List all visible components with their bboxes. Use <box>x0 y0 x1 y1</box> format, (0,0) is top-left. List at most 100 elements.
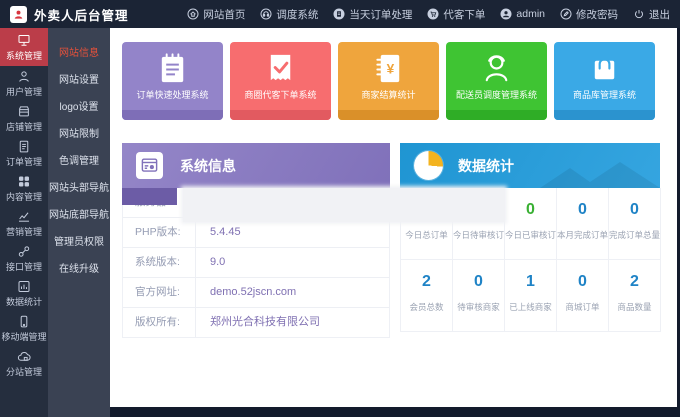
sidebar-item-label: 接口管理 <box>6 260 42 273</box>
sidebar-item-system-mgmt[interactable]: 系统管理 <box>0 28 48 66</box>
stat-today-reviewed-orders: 0 今日已审核订单 <box>505 188 557 260</box>
sidebar-item-label: 移动端管理 <box>1 330 46 343</box>
data-stats-header: 数据统计 <box>400 143 660 188</box>
info-value: 郑州光合科技有限公司 <box>196 308 320 337</box>
edit-icon <box>560 8 572 20</box>
sidebar-item-marketing-mgmt[interactable]: 营销管理 <box>0 206 48 241</box>
topnav-label: 当天订单处理 <box>349 7 412 22</box>
card-label: 配送员调度管理系统 <box>456 88 537 101</box>
topnav-label: 代客下单 <box>443 7 485 22</box>
stat-label: 商城订单 <box>557 301 608 313</box>
card-courier-dispatch-system[interactable]: 配送员调度管理系统 <box>446 42 547 120</box>
order-icon <box>16 139 32 154</box>
topnav-site-home[interactable]: 网站首页 <box>187 7 245 22</box>
card-valet-order-system[interactable]: 商圈代客下单系统 <box>230 42 331 120</box>
app-logo-icon <box>10 6 27 23</box>
stat-value: 0 <box>505 201 556 219</box>
sidebar-item-mobile-mgmt[interactable]: 移动端管理 <box>0 311 48 346</box>
submenu-item-admin-perms[interactable]: 管理员权限 <box>48 227 110 254</box>
sidebar-item-content-mgmt[interactable]: 内容管理 <box>0 171 48 206</box>
stat-label: 完成订单总量 <box>609 229 660 241</box>
stat-label: 本月完成订单 <box>557 229 608 241</box>
sidebar-item-label: 营销管理 <box>6 225 42 238</box>
info-label: PHP版本: <box>123 218 196 247</box>
sidebar-item-user-mgmt[interactable]: 用户管理 <box>0 66 48 101</box>
clipboard-icon <box>333 8 345 20</box>
app-title: 外卖人后台管理 <box>34 5 129 24</box>
stat-label: 已上线商家 <box>505 301 556 313</box>
panel-title: 系统信息 <box>180 156 236 176</box>
stat-value: 0 <box>557 273 608 291</box>
submenu-label: 网站头部导航 <box>49 179 109 194</box>
stat-label: 会员总数 <box>401 301 452 313</box>
bar-chart-icon <box>16 279 32 294</box>
cart-icon <box>427 8 439 20</box>
topnav-menu: 网站首页 调度系统 当天订单处理 代客下单 admin 修改密码 退出 <box>187 7 670 22</box>
system-info-panel: 系统信息 服务器: PHP版本: 5.4.45 系统版本: 9.0 官方网址: … <box>122 143 390 338</box>
sidebar-item-label: 分站管理 <box>6 365 42 378</box>
card-merchant-settlement-stats[interactable]: ¥ 商家结算统计 <box>338 42 439 120</box>
card-order-quick-processing[interactable]: 订单快速处理系统 <box>122 42 223 120</box>
svg-text:¥: ¥ <box>387 61 395 76</box>
courier-icon <box>479 50 514 87</box>
system-gear-icon <box>136 152 163 179</box>
info-label: 版权所有: <box>123 308 196 337</box>
submenu-item-color-mgmt[interactable]: 色调管理 <box>48 146 110 173</box>
submenu-label: 网站限制 <box>59 125 99 140</box>
topbar: 外卖人后台管理 网站首页 调度系统 当天订单处理 代客下单 admin 修改密码 <box>0 0 680 28</box>
submenu-item-site-info[interactable]: 网站信息 <box>48 38 110 65</box>
submenu-item-site-settings[interactable]: 网站设置 <box>48 65 110 92</box>
monitor-icon <box>16 33 32 48</box>
stat-value: 0 <box>453 273 504 291</box>
redacted-region <box>183 188 505 222</box>
topnav-dispatch-system[interactable]: 调度系统 <box>260 7 318 22</box>
main-content: 订单快速处理系统 商圈代客下单系统 ¥ 商家结算统计 配送员调度管理系统 商品库… <box>110 28 677 407</box>
ledger-yen-icon: ¥ <box>371 50 406 87</box>
topnav-change-password[interactable]: 修改密码 <box>560 7 618 22</box>
mountain-decoration <box>540 160 660 188</box>
card-label: 商品库管理系统 <box>573 88 636 101</box>
card-product-library-system[interactable]: 商品库管理系统 <box>554 42 655 120</box>
submenu-item-site-limits[interactable]: 网站限制 <box>48 119 110 146</box>
panel-ribbon <box>122 188 177 205</box>
submenu-label: 管理员权限 <box>54 233 104 248</box>
submenu-item-logo-settings[interactable]: logo设置 <box>48 92 110 119</box>
submenu-label: logo设置 <box>60 98 99 113</box>
stat-mall-orders: 0 商城订单 <box>557 260 609 332</box>
info-value: 5.4.45 <box>196 218 241 247</box>
secondary-submenu: 网站信息 网站设置 logo设置 网站限制 色调管理 网站头部导航 网站底部导航… <box>48 28 110 417</box>
topnav-today-orders[interactable]: 当天订单处理 <box>333 7 412 22</box>
info-row-php-version: PHP版本: 5.4.45 <box>123 218 389 248</box>
sidebar-item-order-mgmt[interactable]: 订单管理 <box>0 136 48 171</box>
topnav-label: 退出 <box>649 7 670 22</box>
topnav-label: 修改密码 <box>576 7 618 22</box>
card-label: 商家结算统计 <box>361 88 415 101</box>
topnav-valet-order[interactable]: 代客下单 <box>427 7 485 22</box>
topnav-label: 调度系统 <box>276 7 318 22</box>
sidebar-item-data-stats[interactable]: 数据统计 <box>0 276 48 311</box>
topnav-account-admin[interactable]: admin <box>500 8 545 20</box>
sidebar-item-substation-mgmt[interactable]: 分站管理 <box>0 346 48 381</box>
sidebar-item-api-mgmt[interactable]: 接口管理 <box>0 241 48 276</box>
info-row-copyright: 版权所有: 郑州光合科技有限公司 <box>123 308 389 337</box>
topnav-logout[interactable]: 退出 <box>633 7 670 22</box>
panel-title: 数据统计 <box>458 156 514 176</box>
sidebar-item-shop-mgmt[interactable]: 店铺管理 <box>0 101 48 136</box>
grid-icon <box>16 174 32 189</box>
submenu-label: 在线升级 <box>59 260 99 275</box>
card-shade <box>122 110 223 120</box>
topnav-label: 网站首页 <box>203 7 245 22</box>
card-shade <box>554 110 655 120</box>
submenu-item-header-nav[interactable]: 网站头部导航 <box>48 173 110 200</box>
pie-chart-icon <box>414 151 443 180</box>
submenu-label: 网站信息 <box>59 44 99 59</box>
user-icon <box>16 69 32 84</box>
sidebar-item-label: 内容管理 <box>6 190 42 203</box>
shortcut-cards: 订单快速处理系统 商圈代客下单系统 ¥ 商家结算统计 配送员调度管理系统 商品库… <box>122 42 655 120</box>
submenu-item-footer-nav[interactable]: 网站底部导航 <box>48 200 110 227</box>
sidebar-item-label: 订单管理 <box>6 155 42 168</box>
sidebar-item-label: 数据统计 <box>6 295 42 308</box>
stat-label: 待审核商家 <box>453 301 504 313</box>
submenu-item-online-upgrade[interactable]: 在线升级 <box>48 254 110 281</box>
stat-online-merchants: 1 已上线商家 <box>505 260 557 332</box>
